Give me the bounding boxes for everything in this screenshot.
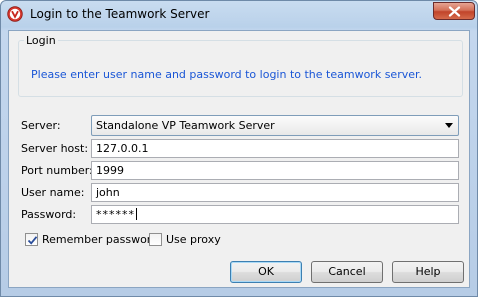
server-host-label: Server host: bbox=[21, 142, 89, 155]
use-proxy-label: Use proxy bbox=[166, 233, 221, 246]
chevron-down-icon bbox=[445, 123, 453, 128]
remember-password-box[interactable] bbox=[25, 233, 38, 246]
password-label: Password: bbox=[21, 208, 77, 221]
use-proxy-box[interactable] bbox=[149, 233, 162, 246]
checkmark-icon bbox=[27, 236, 38, 245]
window-title: Login to the Teamwork Server bbox=[30, 7, 210, 21]
cancel-button[interactable]: Cancel bbox=[311, 261, 383, 283]
port-number-value: 1999 bbox=[96, 164, 124, 177]
help-button[interactable]: Help bbox=[392, 261, 464, 283]
user-name-value: john bbox=[96, 186, 120, 199]
server-label: Server: bbox=[21, 119, 61, 132]
user-name-label: User name: bbox=[21, 186, 85, 199]
password-field[interactable]: ****** bbox=[91, 205, 459, 224]
title-bar[interactable]: Login to the Teamwork Server bbox=[1, 1, 477, 28]
ok-button[interactable]: OK bbox=[230, 261, 302, 283]
group-label: Login bbox=[24, 34, 58, 47]
user-name-field[interactable]: john bbox=[91, 183, 459, 202]
password-value: ****** bbox=[96, 208, 135, 221]
server-select[interactable]: Standalone VP Teamwork Server bbox=[91, 115, 459, 136]
port-number-label: Port number: bbox=[21, 164, 93, 177]
server-host-value: 127.0.0.1 bbox=[96, 142, 149, 155]
server-select-value: Standalone VP Teamwork Server bbox=[96, 119, 275, 132]
text-caret bbox=[136, 208, 137, 220]
login-group: Login Please enter user name and passwor… bbox=[18, 34, 463, 97]
remember-password-label: Remember password bbox=[42, 233, 159, 246]
use-proxy-checkbox[interactable]: Use proxy bbox=[149, 232, 221, 248]
server-host-field[interactable]: 127.0.0.1 bbox=[91, 139, 459, 158]
port-number-field[interactable]: 1999 bbox=[91, 161, 459, 180]
login-instructions: Please enter user name and password to l… bbox=[31, 68, 423, 81]
login-dialog: Login to the Teamwork Server Login Pleas… bbox=[0, 0, 478, 297]
vp-logo-icon bbox=[7, 6, 23, 22]
remember-password-checkbox[interactable]: Remember password bbox=[25, 232, 158, 248]
close-button[interactable] bbox=[433, 2, 475, 20]
dialog-body: Login Please enter user name and passwor… bbox=[8, 30, 470, 288]
close-icon bbox=[448, 6, 461, 17]
